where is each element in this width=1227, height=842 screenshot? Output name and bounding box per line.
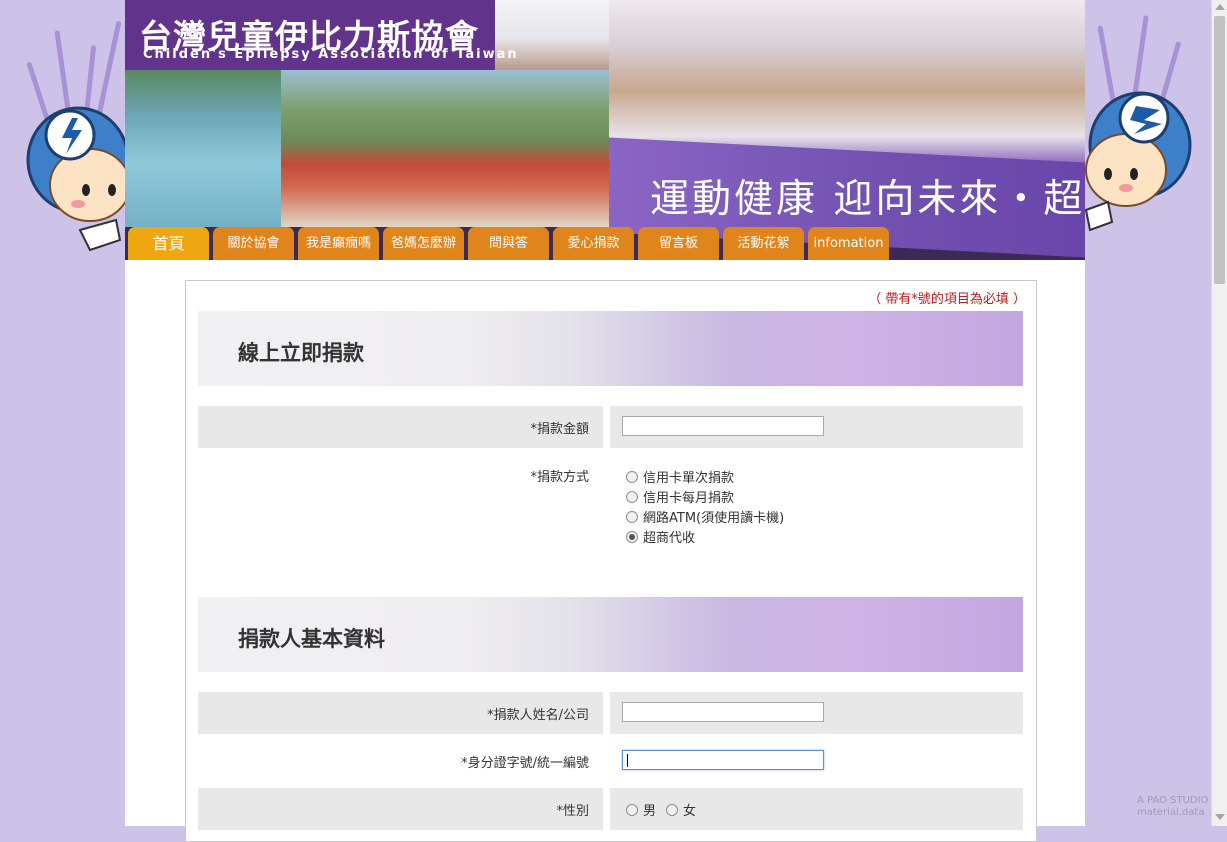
method-option-label: 網路ATM(須使用讀卡機) (643, 511, 785, 526)
nav-faq[interactable]: 問與答 (468, 227, 549, 260)
nav-information[interactable]: infomation (808, 227, 889, 260)
gender-label: *性別 (556, 804, 589, 819)
radio-checked-icon[interactable] (626, 531, 638, 543)
header-banner: 運動健康 迎向未來・超 台灣兒童伊比力斯協會 Childen's Epileps… (125, 0, 1085, 260)
amount-row: *捐款金額 (198, 406, 1023, 448)
method-option-label: 超商代收 (643, 531, 696, 546)
nav-am-i-epileptic[interactable]: 我是癲癇嗎 (298, 227, 379, 260)
amount-label: *捐款金額 (530, 422, 589, 437)
scroll-thumb[interactable] (1214, 16, 1225, 284)
method-option-credit-monthly[interactable]: 信用卡每月捐款 (626, 487, 734, 506)
radio-icon[interactable] (626, 491, 638, 503)
donation-form-panel: （ 帶有*號的項目為必填 ） 線上立即捐款 *捐款金額 *捐款方式 信用卡單次捐… (185, 280, 1037, 842)
gender-option-label: 女 (683, 804, 697, 819)
method-option-label: 信用卡每月捐款 (643, 491, 735, 506)
method-row: *捐款方式 信用卡單次捐款 信用卡每月捐款 網路ATM(須使用讀卡機) 超商代收 (198, 456, 1023, 566)
amount-label-cell: *捐款金額 (198, 406, 603, 448)
main-page: 運動健康 迎向未來・超 台灣兒童伊比力斯協會 Childen's Epileps… (125, 0, 1085, 842)
method-label: *捐款方式 (530, 470, 589, 485)
section-title: 線上立即捐款 (238, 341, 364, 365)
slogan-text: 運動健康 迎向未來・超 (650, 177, 1085, 222)
logo[interactable]: 台灣兒童伊比力斯協會 Childen's Epilepsy Associatio… (125, 0, 517, 70)
id-row: *身分證字號/統一編號 (198, 740, 1023, 782)
radio-icon[interactable] (626, 511, 638, 523)
gender-options: 男 女 (610, 788, 1023, 830)
gender-row: *性別 男 女 (198, 788, 1023, 830)
pool-photo (125, 70, 281, 227)
amount-value-cell (610, 406, 1023, 448)
radio-icon[interactable] (666, 804, 678, 816)
mascot-left-icon (26, 106, 130, 252)
nav-about[interactable]: 關於協會 (213, 227, 294, 260)
gender-option-female[interactable]: 女 (666, 800, 696, 819)
lavender-header-image: 線上立即捐款 (198, 311, 1023, 386)
lavender-header-image: 捐款人基本資料 (198, 597, 1023, 672)
nav-donate[interactable]: 愛心捐款 (553, 227, 634, 260)
mascot-right-icon (1084, 91, 1192, 232)
section-header-donor-info: 捐款人基本資料 (192, 591, 1029, 678)
text-caret (627, 754, 628, 767)
scroll-up-icon[interactable] (1215, 4, 1225, 10)
method-label-cell: *捐款方式 (198, 456, 603, 566)
radio-icon[interactable] (626, 804, 638, 816)
id-input[interactable] (622, 750, 824, 770)
method-option-atm[interactable]: 網路ATM(須使用讀卡機) (626, 507, 784, 526)
gender-option-male[interactable]: 男 (626, 800, 656, 819)
gender-option-label: 男 (643, 804, 657, 819)
method-option-label: 信用卡單次捐款 (643, 471, 735, 486)
nav-home[interactable]: 首頁 (128, 227, 209, 260)
nav-parents[interactable]: 爸媽怎麼辦 (383, 227, 464, 260)
method-option-credit-once[interactable]: 信用卡單次捐款 (626, 467, 734, 486)
gender-label-cell: *性別 (198, 788, 603, 830)
method-options: 信用卡單次捐款 信用卡每月捐款 網路ATM(須使用讀卡機) 超商代收 (610, 456, 1023, 566)
left-lavender-decoration (0, 0, 130, 826)
name-label: *捐款人姓名/公司 (487, 708, 589, 723)
id-label: *身分證字號/統一編號 (461, 756, 589, 771)
id-label-cell: *身分證字號/統一編號 (198, 740, 603, 782)
main-nav: 首頁 關於協會 我是癲癇嗎 爸媽怎麼辦 問與答 愛心捐款 留言板 活動花絮 in… (125, 227, 1085, 260)
name-value-cell (610, 692, 1023, 734)
name-label-cell: *捐款人姓名/公司 (198, 692, 603, 734)
name-input[interactable] (622, 702, 824, 722)
nav-guestbook[interactable]: 留言板 (638, 227, 719, 260)
radio-icon[interactable] (626, 471, 638, 483)
right-lavender-decoration (1084, 0, 1211, 826)
id-value-cell (610, 740, 1023, 782)
section-title: 捐款人基本資料 (238, 627, 385, 651)
method-option-convenience-store[interactable]: 超商代收 (626, 527, 695, 546)
name-row: *捐款人姓名/公司 (198, 692, 1023, 734)
scroll-down-icon[interactable] (1215, 814, 1225, 820)
logo-subtitle: Childen's Epilepsy Association of Taiwan (143, 47, 519, 62)
group-photo (281, 70, 609, 227)
vertical-scrollbar[interactable] (1211, 0, 1227, 826)
nav-gallery[interactable]: 活動花絮 (723, 227, 804, 260)
amount-input[interactable] (622, 416, 824, 436)
section-header-donate: 線上立即捐款 (192, 305, 1029, 392)
